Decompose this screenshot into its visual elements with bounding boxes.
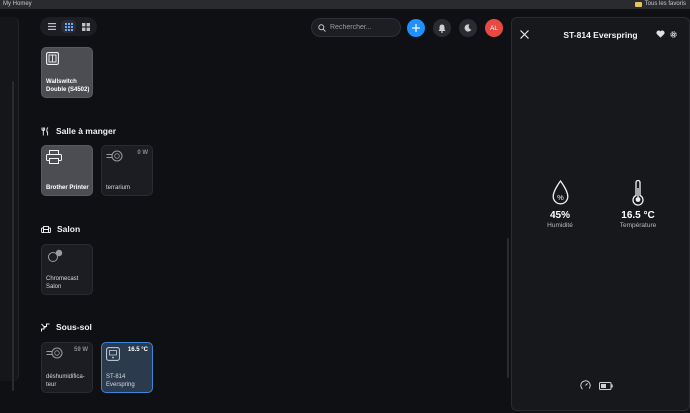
search-box: [311, 18, 401, 37]
stairs-icon: [41, 323, 50, 331]
bell-icon: [438, 24, 446, 33]
zone-header-sous-sol: Sous-sol: [41, 322, 92, 332]
large-grid-icon: [81, 22, 90, 31]
device-label: terrarium: [106, 185, 131, 191]
heart-icon[interactable]: [656, 30, 665, 38]
zone-name: Salle à manger: [56, 126, 117, 136]
humidity-label: Humidité: [547, 222, 573, 229]
add-button[interactable]: [407, 19, 425, 37]
device-label: déshumidifica-teur: [46, 374, 85, 388]
humidity-capability: % 45% Humidité: [530, 180, 590, 229]
chromecast-icon: [48, 249, 63, 262]
search-input[interactable]: [330, 24, 394, 31]
gauge-icon[interactable]: [580, 380, 591, 391]
notifications-button[interactable]: [433, 19, 451, 37]
folder-icon: [634, 2, 642, 7]
device-label: Brother Printer: [46, 185, 89, 191]
temperature-label: Température: [619, 222, 657, 229]
large-grid-view-button[interactable]: [78, 20, 93, 33]
bookmarks-label: Tous les favoris: [644, 1, 686, 7]
device-value: 59 W: [73, 347, 88, 353]
left-scrollbar[interactable]: [12, 81, 14, 391]
temperature-value: 16.5 °C: [621, 210, 655, 221]
zone-header-salle-a-manger: Salle à manger: [41, 126, 116, 136]
device-value: 16.5 °C: [127, 347, 148, 353]
humidity-value: 45%: [549, 210, 570, 221]
gear-icon[interactable]: [669, 30, 678, 39]
browser-tab-title[interactable]: My Homey: [3, 0, 32, 9]
device-tile-st814-everspring[interactable]: 16.5 °C ST-814 Everspring: [101, 342, 153, 393]
device-tile-brother-printer[interactable]: Brother Printer: [41, 145, 93, 196]
device-value: 0 W: [137, 150, 148, 156]
device-label: Wallswitch Double (S4502): [46, 79, 90, 93]
plug-icon: [46, 347, 63, 359]
search-icon: [318, 23, 326, 32]
list-icon: [47, 23, 56, 30]
printer-icon: [46, 150, 62, 164]
device-tile-terrarium[interactable]: 0 W terrarium: [101, 145, 153, 196]
browser-bar: My Homey Tous les favoris: [0, 0, 690, 9]
device-detail-panel: ST-814 Everspring % 45% Humidité 16.5 °C…: [511, 17, 690, 411]
device-label: ST-814 Everspring: [106, 374, 135, 388]
temperature-capability: 16.5 °C Température: [608, 180, 668, 229]
wallswitch-icon: [46, 52, 59, 65]
zone-name: Salon: [57, 224, 81, 234]
droplet-percent-icon: %: [552, 180, 568, 205]
plus-icon: [412, 24, 420, 32]
thermometer-icon: [632, 180, 644, 206]
list-view-button[interactable]: [44, 20, 59, 33]
device-tile-chromecast-salon[interactable]: Chromecast Salon: [41, 244, 93, 295]
view-mode-toolbar: [40, 17, 97, 36]
left-side-panel: [0, 17, 19, 391]
main-scrollbar[interactable]: [507, 238, 509, 378]
device-tile-deshumidificateur[interactable]: 59 W déshumidifica-teur: [41, 342, 93, 393]
grid-view-button[interactable]: [61, 20, 76, 33]
sofa-icon: [41, 225, 51, 233]
bookmarks-all[interactable]: Tous les favoris: [634, 0, 686, 9]
zone-name: Sous-sol: [56, 322, 92, 332]
zone-header-salon: Salon: [41, 224, 80, 234]
fork-knife-icon: [41, 126, 49, 135]
battery-icon[interactable]: [599, 381, 613, 390]
grid-icon: [64, 22, 73, 31]
detail-footer: [580, 380, 613, 391]
svg-text:%: %: [557, 193, 564, 202]
device-tile-wallswitch[interactable]: Wallswitch Double (S4502): [41, 47, 93, 98]
device-label: Chromecast Salon: [46, 276, 79, 290]
plug-icon: [106, 150, 123, 162]
moon-icon: [464, 24, 472, 32]
dark-mode-button[interactable]: [459, 19, 477, 37]
sensor-icon: [106, 347, 120, 361]
user-avatar[interactable]: AL: [485, 19, 503, 37]
